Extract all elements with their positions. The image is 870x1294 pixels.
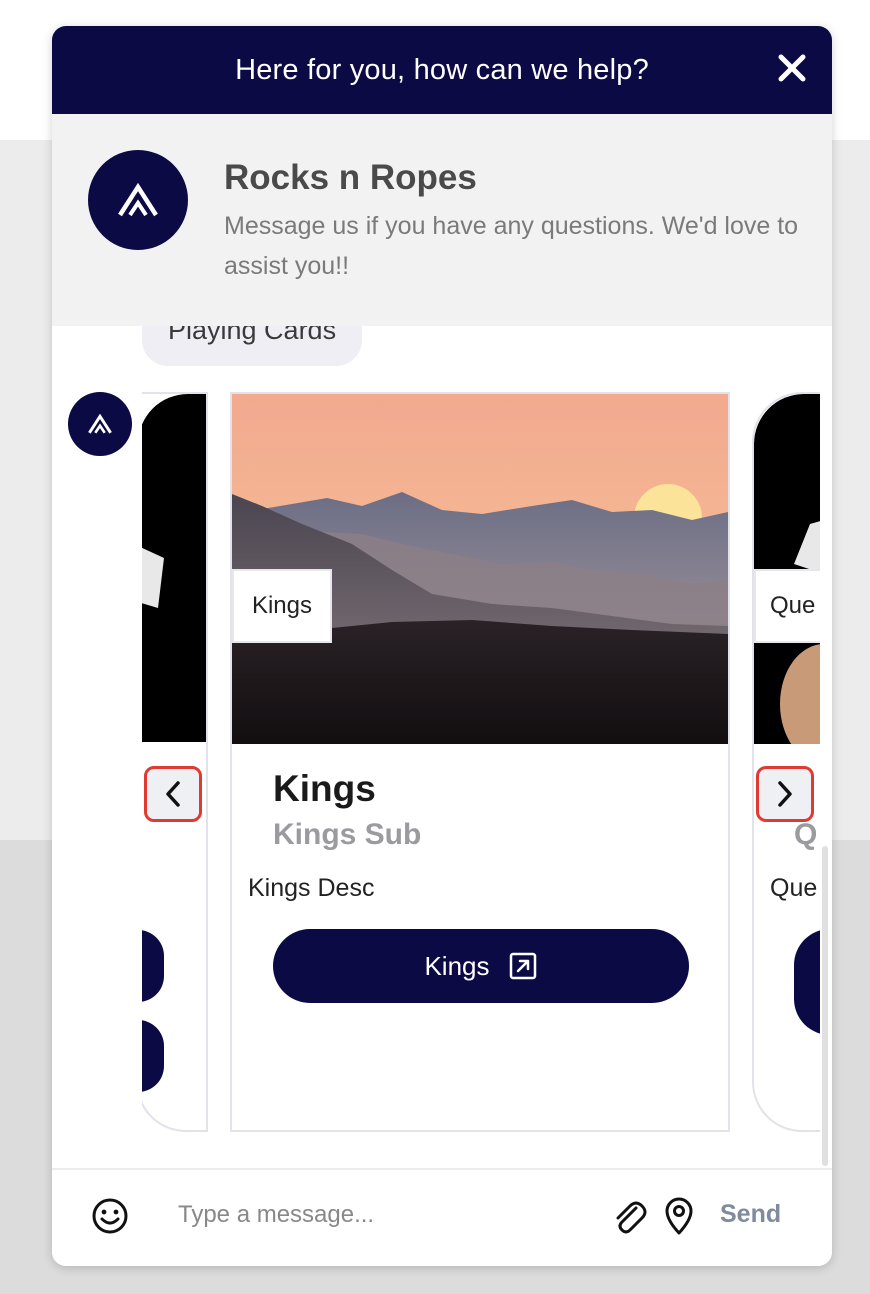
- brand-avatar: [88, 150, 188, 250]
- card-image: [142, 394, 206, 742]
- smiley-icon[interactable]: [90, 1196, 130, 1236]
- message-input[interactable]: [176, 1194, 600, 1236]
- card-button[interactable]: [794, 929, 820, 1035]
- card-subtitle: Q: [794, 818, 818, 851]
- brand-name: Rocks n Ropes: [224, 158, 477, 197]
- location-pin-icon[interactable]: [662, 1196, 696, 1236]
- brand-logo-icon: [88, 414, 112, 434]
- card-carousel: Kings Kings Kings Sub Kings Desc Kings Q…: [142, 392, 820, 1134]
- carousel-card-next[interactable]: Que Q Que: [752, 392, 820, 1132]
- chat-header: Here for you, how can we help?: [52, 26, 832, 114]
- card-description: Que: [770, 874, 818, 902]
- card-subtitle: Kings Sub: [273, 818, 422, 851]
- card-button[interactable]: [142, 1020, 164, 1092]
- card-title: Kings: [273, 768, 376, 809]
- chat-widget: Here for you, how can we help? Rocks n R…: [52, 26, 832, 1266]
- message-composer: Send: [52, 1168, 832, 1266]
- chat-scrollbar[interactable]: [822, 846, 828, 1166]
- close-icon[interactable]: [776, 52, 808, 84]
- header-title: Here for you, how can we help?: [235, 53, 649, 86]
- chevron-left-icon: [166, 781, 180, 807]
- card-action-button[interactable]: Kings: [273, 929, 689, 1003]
- image-caption-tag: Kings: [232, 569, 332, 643]
- carousel-prev-button[interactable]: [144, 766, 202, 822]
- image-caption-tag: Que: [754, 569, 820, 643]
- paperclip-icon[interactable]: [610, 1196, 648, 1236]
- card-description: Kings Desc: [248, 874, 375, 902]
- intro-message: Message us if you have any questions. We…: [224, 212, 799, 280]
- carousel-card-previous[interactable]: [142, 392, 208, 1132]
- card-button[interactable]: [142, 930, 164, 1002]
- card-action-label: Kings: [424, 950, 490, 981]
- brand-logo-icon: [118, 183, 158, 217]
- carousel-next-button[interactable]: [756, 766, 814, 822]
- chevron-right-icon: [778, 781, 792, 807]
- carousel-card: Kings Kings Kings Sub Kings Desc Kings: [230, 392, 730, 1132]
- external-link-icon: [509, 952, 536, 980]
- intro-panel: Rocks n Ropes Message us if you have any…: [52, 114, 832, 326]
- send-button[interactable]: Send: [720, 1200, 781, 1229]
- bot-avatar: [68, 392, 132, 456]
